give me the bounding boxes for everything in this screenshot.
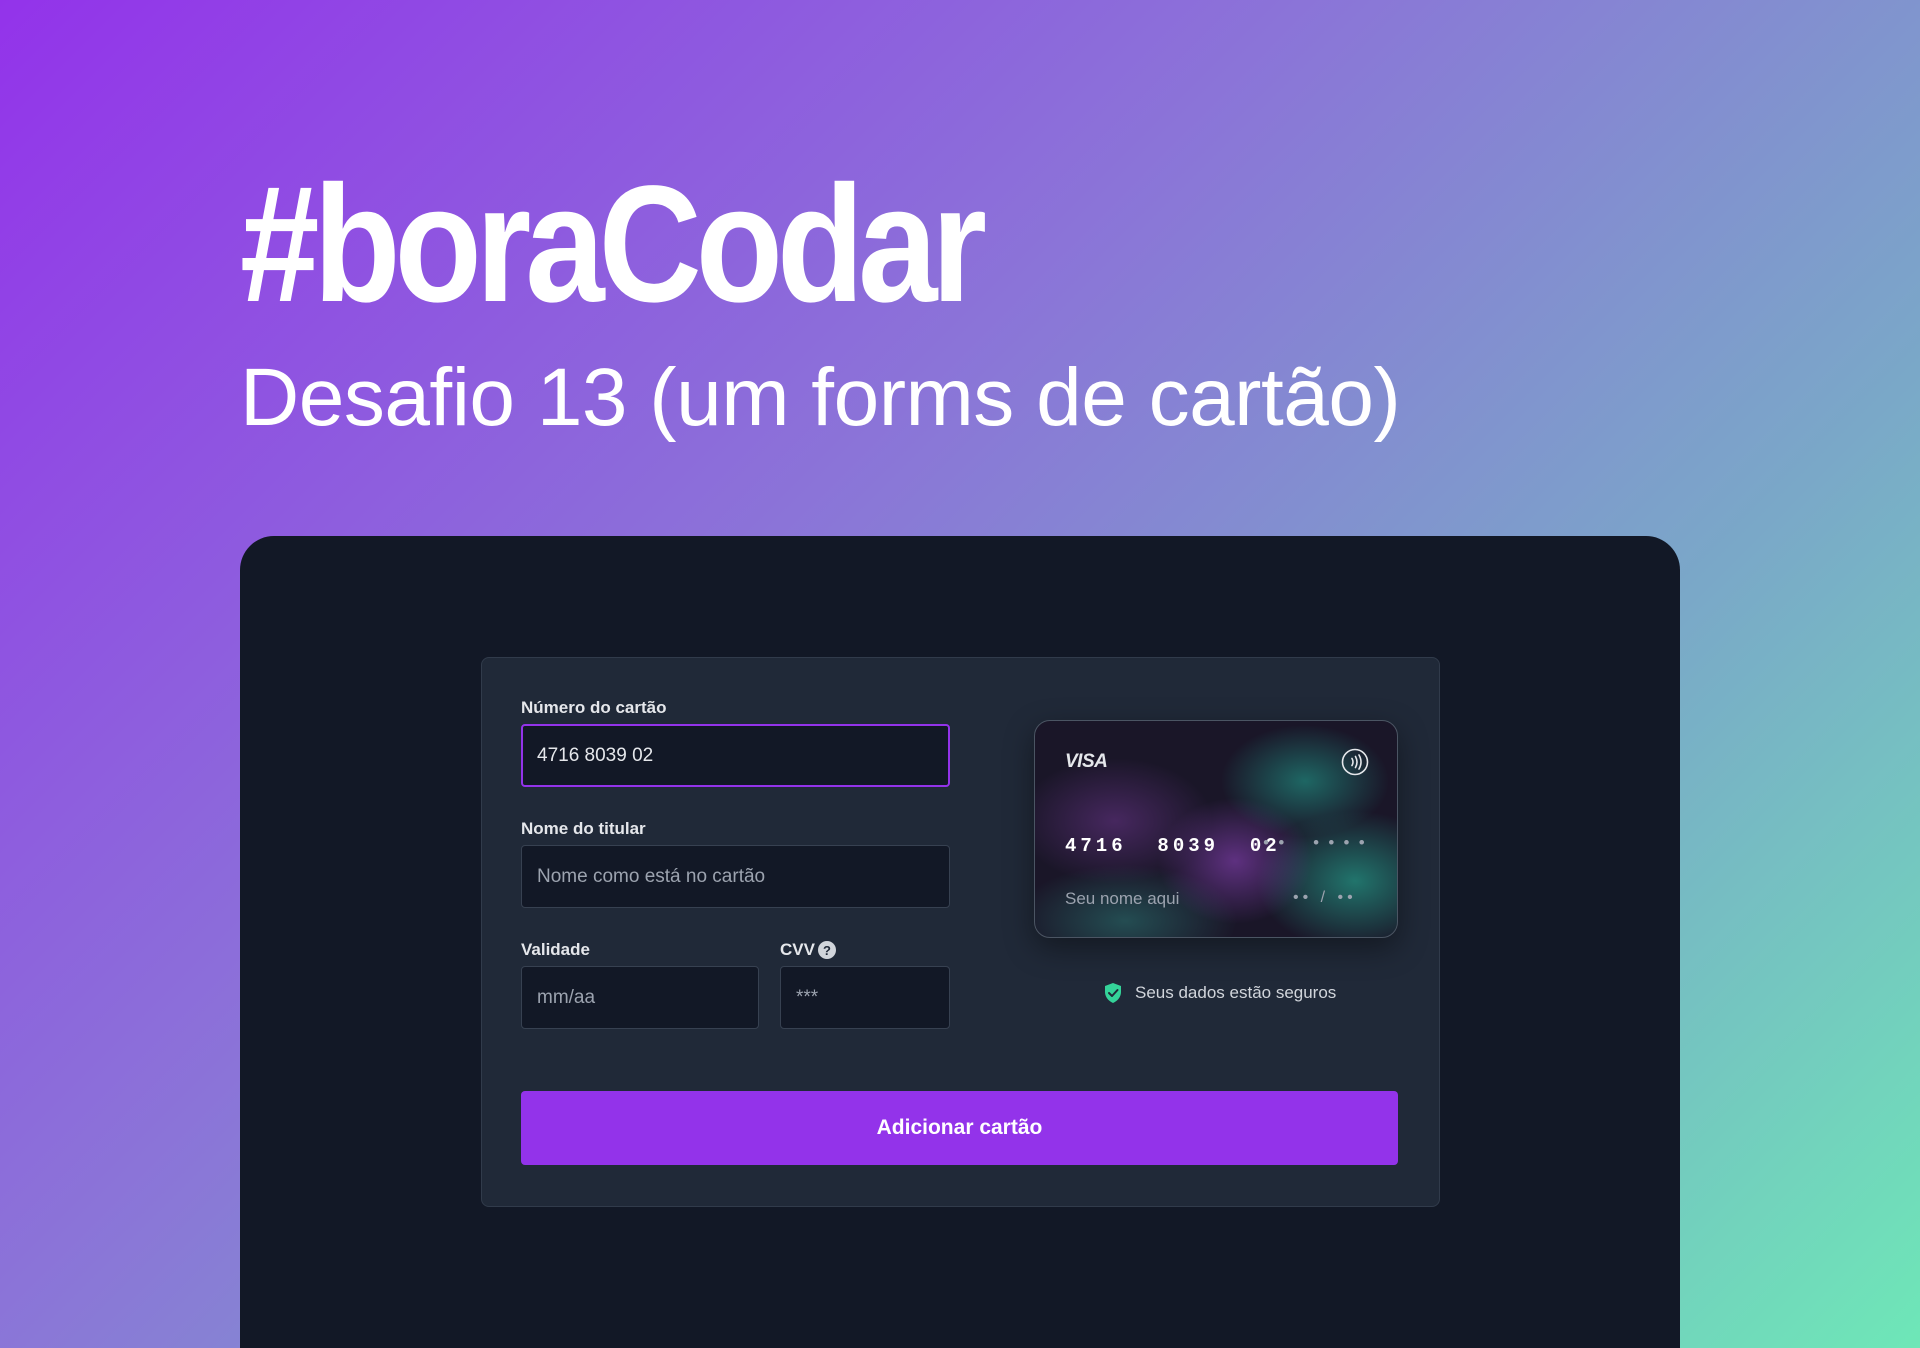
card-preview-holder: Seu nome aqui [1065,889,1180,908]
holder-name-input[interactable] [521,845,950,908]
card-number-input[interactable] [521,724,950,787]
card-number-label: Número do cartão [521,698,667,717]
help-circle-icon[interactable]: ? [818,941,836,959]
expiry-input[interactable] [521,966,759,1029]
hero-title: #boraCodar [240,152,987,337]
hero-subtitle: Desafio 13 (um forms de cartão) [240,352,1401,443]
holder-name-label: Nome do titular [521,819,646,838]
shield-check-icon [1105,983,1121,1003]
expiry-label: Validade [521,940,590,959]
visa-logo: VISA [1065,751,1108,772]
cvv-label: CVV [780,940,815,959]
card-preview-number-mask: •• [1261,835,1292,854]
card-preview-expiry: •• / •• [1293,889,1357,906]
contactless-icon [1341,748,1369,776]
secure-note: Seus dados estão seguros [1103,982,1336,1004]
secure-note-text: Seus dados estão seguros [1135,983,1337,1002]
cvv-input[interactable] [780,966,950,1029]
card-preview-number-mask-last: •••• [1311,835,1372,854]
card-preview: VISA 4716 8039 02 •• •••• Seu nome aqui … [1034,720,1398,938]
card-preview-number: 4716 8039 02 [1065,835,1281,857]
add-card-button[interactable]: Adicionar cartão [521,1091,1398,1165]
